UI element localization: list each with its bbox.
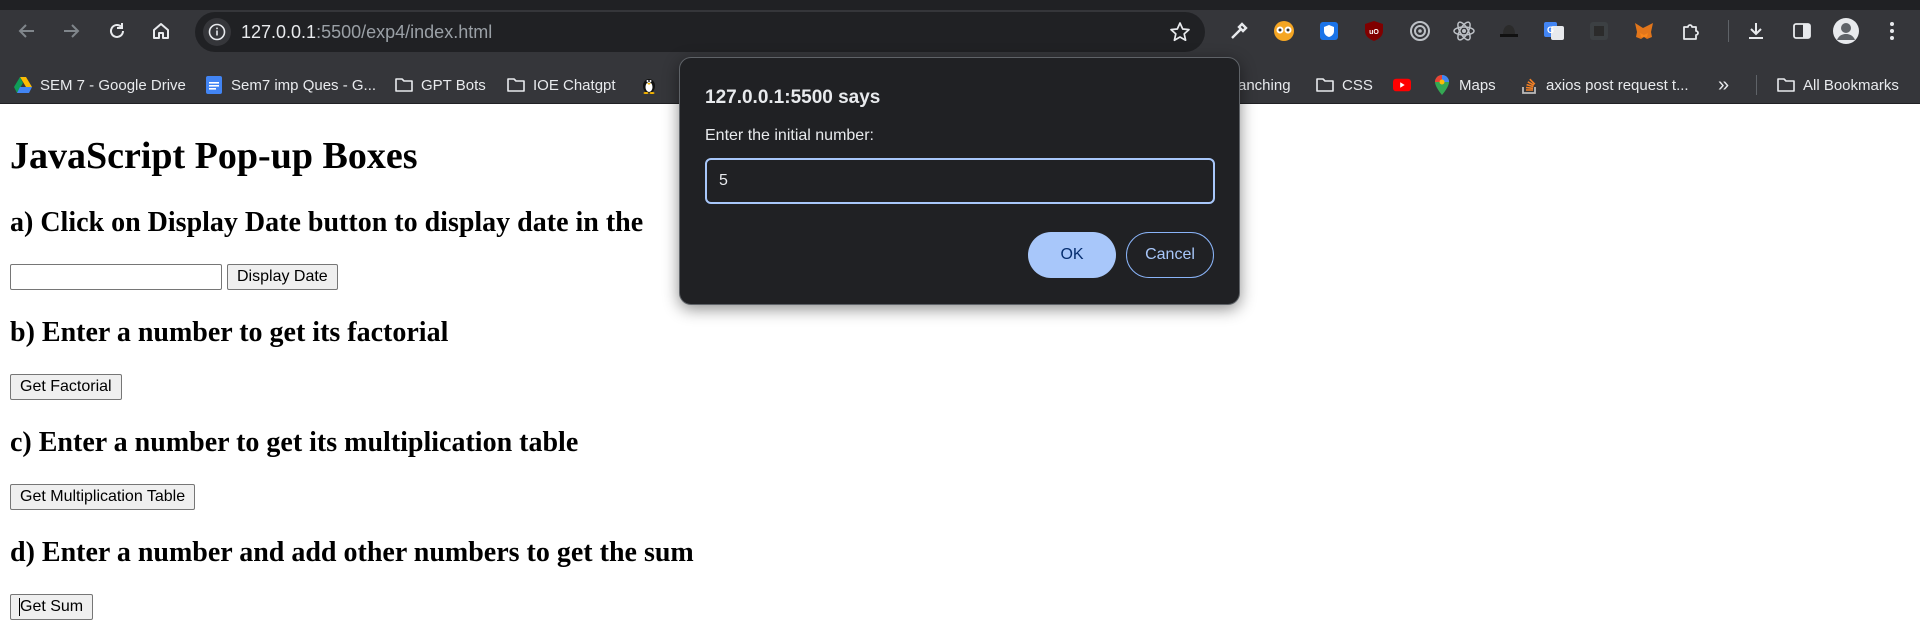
display-date-button[interactable]: Display Date	[227, 264, 338, 290]
text-caret	[19, 598, 20, 616]
bookmark-css[interactable]: CSS	[1316, 66, 1373, 104]
bookmark-branching[interactable]: anching	[1238, 66, 1291, 104]
bookmark-label: GPT Bots	[421, 76, 486, 94]
get-multiplication-table-button[interactable]: Get Multiplication Table	[10, 484, 196, 510]
bookmark-label: CSS	[1342, 76, 1373, 94]
toolbar-separator	[1728, 20, 1729, 42]
chevron-double-right-icon: »	[1718, 73, 1730, 96]
google-docs-icon	[205, 76, 223, 94]
shield-extension-icon[interactable]	[1315, 17, 1343, 45]
side-panel-icon[interactable]	[1788, 17, 1816, 45]
bookmark-linux[interactable]	[640, 66, 658, 104]
extensions-puzzle-icon[interactable]	[1677, 17, 1705, 45]
reload-icon	[110, 23, 124, 38]
arrow-left-icon	[18, 24, 34, 38]
owl-extension-icon[interactable]	[1270, 17, 1298, 45]
google-drive-icon	[14, 76, 32, 94]
svg-text:G: G	[1547, 25, 1554, 35]
tab-strip	[0, 0, 1920, 10]
dialog-message: Enter the initial number:	[705, 127, 874, 144]
home-icon	[153, 23, 169, 39]
bookmark-label: Maps	[1459, 76, 1496, 94]
url-text: 127.0.0.1:5500/exp4/index.html	[241, 22, 492, 43]
profile-avatar-icon[interactable]	[1832, 17, 1860, 45]
section-d-heading: d) Enter a number and add other numbers …	[10, 537, 694, 568]
eyedropper-icon[interactable]	[1225, 17, 1253, 45]
download-icon[interactable]	[1742, 17, 1770, 45]
bookmark-label: SEM 7 - Google Drive	[40, 76, 186, 94]
url-host: 127.0.0.1	[241, 22, 317, 42]
bookmark-star-button[interactable]	[1167, 19, 1193, 45]
prompt-dialog: 127.0.0.1:5500 says Enter the initial nu…	[679, 57, 1240, 305]
folder-icon	[1777, 76, 1795, 94]
bookmark-maps[interactable]: Maps	[1433, 66, 1496, 104]
folder-icon	[507, 76, 525, 94]
url-path: :5500/exp4/index.html	[316, 22, 493, 42]
bookmark-youtube[interactable]	[1393, 66, 1411, 104]
hat-extension-icon[interactable]	[1495, 17, 1523, 45]
get-sum-button[interactable]: Get Sum	[10, 594, 94, 620]
star-icon	[1170, 22, 1190, 42]
bookmarks-separator	[1756, 75, 1757, 95]
bookmark-all-bookmarks[interactable]: All Bookmarks	[1777, 66, 1899, 104]
get-factorial-button[interactable]: Get Factorial	[10, 374, 122, 400]
google-translate-icon[interactable]: G	[1540, 17, 1568, 45]
bookmark-label: Sem7 imp Ques - G...	[231, 76, 377, 94]
bookmark-label: axios post request t...	[1546, 76, 1689, 94]
bookmark-sem7-ques[interactable]: Sem7 imp Ques - G...	[205, 66, 376, 104]
dark-extension-icon[interactable]	[1585, 17, 1613, 45]
section-a-heading: a) Click on Display Date button to displ…	[10, 207, 644, 238]
more-menu-icon[interactable]	[1878, 17, 1906, 45]
date-display-input[interactable]	[10, 264, 222, 290]
section-b-heading: b) Enter a number to get its factorial	[10, 317, 449, 348]
forward-button[interactable]	[54, 14, 88, 48]
cancel-button[interactable]: Cancel	[1126, 232, 1214, 278]
reload-button[interactable]	[100, 14, 134, 48]
target-extension-icon[interactable]	[1406, 17, 1434, 45]
arrow-right-icon	[64, 24, 80, 38]
section-c-heading: c) Enter a number to get its multiplicat…	[10, 427, 579, 458]
ublock-origin-icon[interactable]: uO	[1360, 17, 1388, 45]
info-icon	[208, 23, 226, 41]
metamask-icon[interactable]	[1630, 17, 1658, 45]
linux-penguin-icon	[640, 76, 658, 94]
address-bar[interactable]: 127.0.0.1:5500/exp4/index.html	[195, 12, 1205, 52]
dialog-title: 127.0.0.1:5500 says	[705, 87, 881, 108]
bookmark-label: IOE Chatgpt	[533, 76, 616, 94]
bookmarks-overflow-chevron[interactable]: »	[1718, 66, 1729, 104]
home-button[interactable]	[144, 14, 178, 48]
ok-button[interactable]: OK	[1028, 232, 1116, 278]
back-button[interactable]	[10, 14, 44, 48]
bookmark-axios-post[interactable]: axios post request t...	[1520, 66, 1689, 104]
youtube-icon	[1393, 76, 1411, 94]
folder-icon	[395, 76, 413, 94]
bookmark-ioe-chatgpt[interactable]: IOE Chatgpt	[507, 66, 616, 104]
bookmark-label: anching	[1238, 76, 1291, 94]
page-title: JavaScript Pop-up Boxes	[10, 135, 418, 177]
react-devtools-icon[interactable]	[1450, 17, 1478, 45]
dialog-input[interactable]: 5	[705, 158, 1215, 204]
bookmark-gpt-bots[interactable]: GPT Bots	[395, 66, 486, 104]
site-info-button[interactable]	[203, 18, 231, 46]
svg-text:uO: uO	[1369, 29, 1379, 36]
bookmark-label: All Bookmarks	[1803, 76, 1899, 94]
bookmark-sem7-drive[interactable]: SEM 7 - Google Drive	[14, 66, 186, 104]
stackoverflow-icon	[1520, 76, 1538, 94]
folder-icon	[1316, 76, 1334, 94]
google-maps-icon	[1433, 75, 1451, 95]
